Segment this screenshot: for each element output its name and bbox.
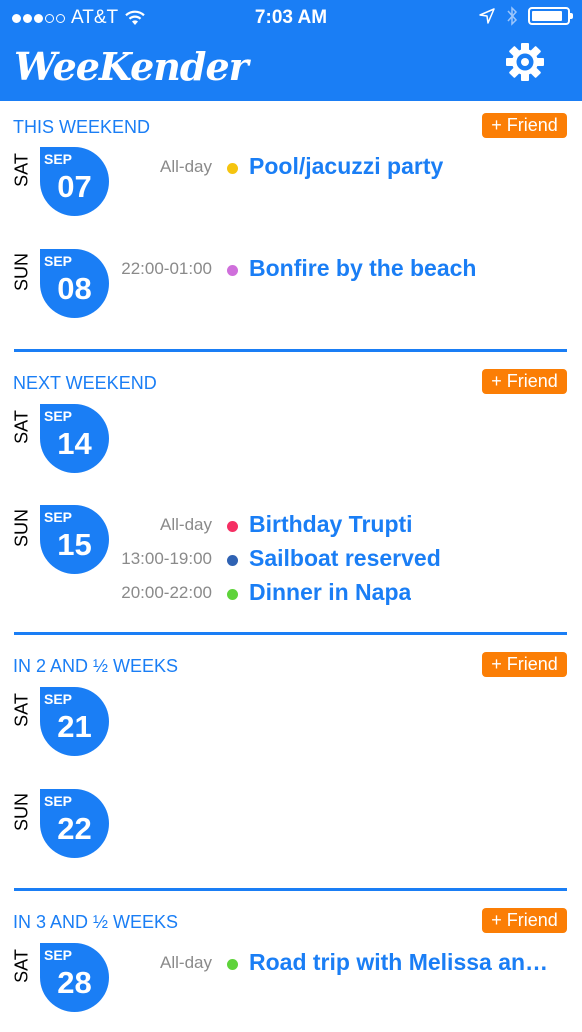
- day-of-week: SAT: [4, 687, 40, 733]
- event-time: 13:00-19:00: [121, 549, 212, 568]
- day-of-week: SUN: [4, 789, 40, 835]
- app-header: AT&T 7:03 AM WeeKender: [0, 0, 582, 101]
- day-row: SAT SEP 28 All-day Road trip with Melissa an…: [0, 943, 582, 1015]
- event-time: All-day: [160, 157, 212, 176]
- date-badge[interactable]: SEP 14: [40, 404, 109, 473]
- event-item[interactable]: All-day Road trip with Melissa and friend…: [0, 949, 582, 979]
- day-row: SUN SEP 22: [0, 789, 582, 861]
- date-month: SEP: [44, 408, 73, 424]
- section-divider: [14, 888, 567, 891]
- event-item[interactable]: 20:00-22:00 Dinner in Napa: [0, 579, 582, 609]
- event-time: 22:00-01:00: [121, 259, 212, 278]
- calendar-color-dot-icon: [227, 163, 238, 174]
- date-number: 14: [57, 426, 92, 461]
- bluetooth-icon: [507, 6, 518, 26]
- event-title[interactable]: Dinner in Napa: [249, 579, 411, 606]
- section-title: NEXT WEEKEND: [13, 373, 157, 393]
- day-row: SAT SEP 07 All-day Pool/jacuzzi party: [0, 147, 582, 219]
- day-of-week-label: SUN: [11, 792, 32, 832]
- event-item[interactable]: All-day Pool/jacuzzi party: [0, 153, 582, 183]
- calendar-color-dot-icon: [227, 555, 238, 566]
- calendar-color-dot-icon: [227, 959, 238, 970]
- day-row: SUN SEP 15 All-day Birthday Trupti 13:00-19:0…: [0, 505, 582, 605]
- add-friend-button[interactable]: + Friend: [482, 369, 567, 394]
- day-of-week: SAT: [4, 404, 40, 450]
- section-title: THIS WEEKEND: [13, 117, 151, 137]
- calendar-color-dot-icon: [227, 521, 238, 532]
- day-row: SAT SEP 21: [0, 687, 582, 759]
- battery-icon: [528, 7, 573, 25]
- event-title[interactable]: Sailboat reserved: [249, 545, 441, 572]
- event-title[interactable]: Pool/jacuzzi party: [249, 153, 443, 180]
- app-logo: WeeKender: [14, 44, 249, 89]
- status-bar: AT&T 7:03 AM: [0, 0, 582, 36]
- date-badge[interactable]: SEP 22: [40, 789, 109, 858]
- section-title: IN 3 AND ½ WEEKS: [13, 912, 179, 932]
- date-month: SEP: [44, 691, 73, 707]
- add-friend-button[interactable]: + Friend: [482, 113, 567, 138]
- event-item[interactable]: 13:00-19:00 Sailboat reserved: [0, 545, 582, 575]
- day-of-week-label: SAT: [11, 693, 32, 727]
- day-of-week-label: SAT: [11, 410, 32, 444]
- event-time: All-day: [160, 953, 212, 972]
- date-month: SEP: [44, 793, 73, 809]
- calendar-color-dot-icon: [227, 589, 238, 600]
- event-title[interactable]: Road trip with Melissa and friends: [249, 949, 559, 976]
- gear-icon[interactable]: [505, 42, 545, 82]
- event-time: All-day: [160, 515, 212, 534]
- add-friend-button[interactable]: + Friend: [482, 652, 567, 677]
- day-row: SUN SEP 08 22:00-01:00 Bonfire by the beach: [0, 249, 582, 321]
- event-title[interactable]: Birthday Trupti: [249, 511, 413, 538]
- day-row: SAT SEP 14: [0, 404, 582, 476]
- date-number: 22: [57, 811, 92, 846]
- section-divider: [14, 632, 567, 635]
- event-title[interactable]: Bonfire by the beach: [249, 255, 476, 282]
- date-number: 21: [57, 709, 92, 744]
- calendar-color-dot-icon: [227, 265, 238, 276]
- event-time: 20:00-22:00: [121, 583, 212, 602]
- section-divider: [14, 349, 567, 352]
- event-item[interactable]: 22:00-01:00 Bonfire by the beach: [0, 255, 582, 285]
- add-friend-button[interactable]: + Friend: [482, 908, 567, 933]
- section-title: IN 2 AND ½ WEEKS: [13, 656, 179, 676]
- location-arrow-icon: [479, 8, 495, 24]
- event-item[interactable]: All-day Birthday Trupti: [0, 511, 582, 541]
- date-badge[interactable]: SEP 21: [40, 687, 109, 756]
